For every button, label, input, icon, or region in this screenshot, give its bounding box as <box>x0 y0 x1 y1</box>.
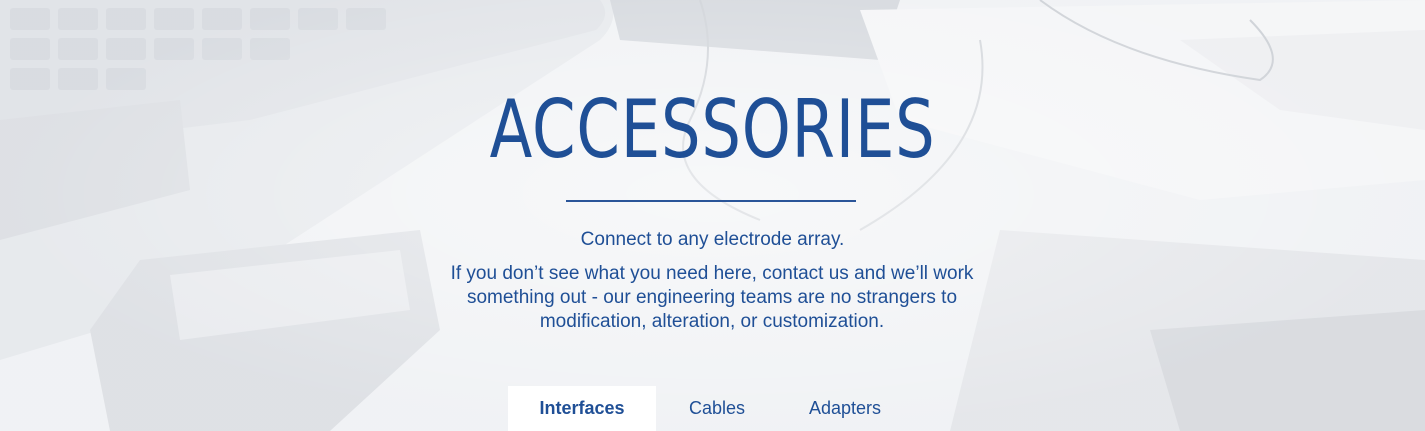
hero-lead-text: Connect to any electrode array. <box>580 229 845 250</box>
tab-cables[interactable]: Cables <box>656 386 778 431</box>
hero-banner: ACCESSORIES Connect to any electrode arr… <box>0 0 1425 431</box>
title-divider <box>566 200 856 202</box>
accessory-tabs: Interfaces Cables Adapters <box>508 386 912 431</box>
hero-description: If you don’t see what you need here, con… <box>450 263 974 332</box>
background-overlay <box>0 0 1425 431</box>
tab-adapters[interactable]: Adapters <box>778 386 912 431</box>
tab-interfaces[interactable]: Interfaces <box>508 386 656 431</box>
page-title: ACCESSORIES <box>489 83 936 176</box>
